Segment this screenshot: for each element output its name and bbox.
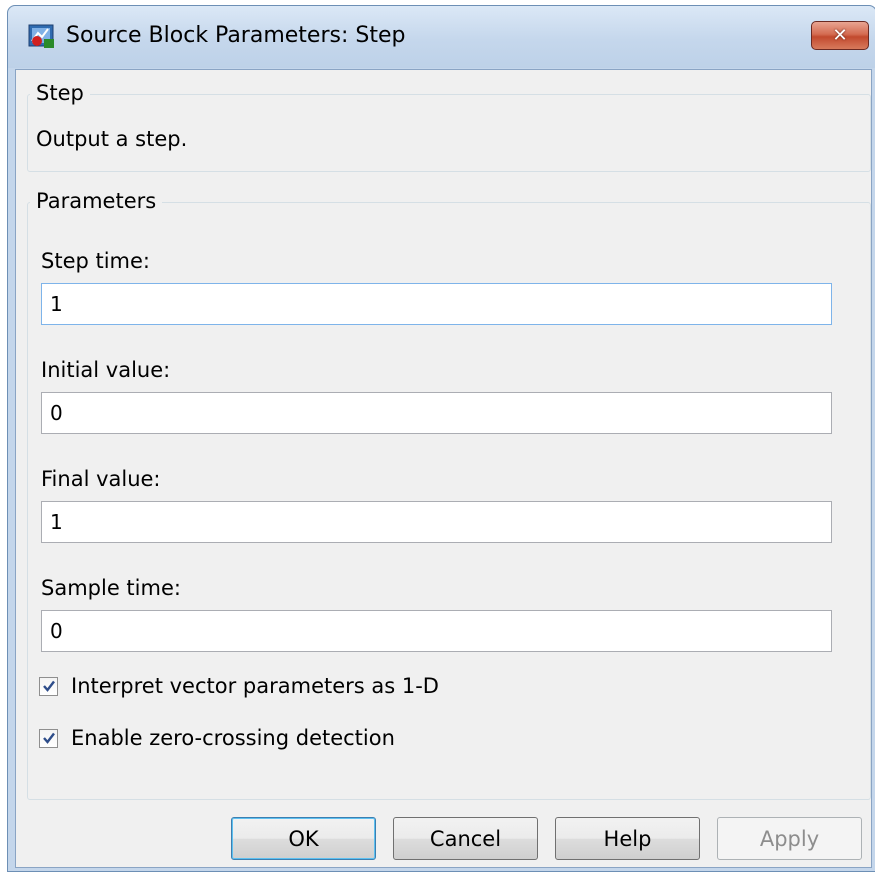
help-button[interactable]: Help: [555, 817, 700, 860]
interpret-vector-label: Interpret vector parameters as 1-D: [71, 674, 439, 698]
window-title: Source Block Parameters: Step: [66, 23, 406, 48]
apply-button[interactable]: Apply: [717, 817, 862, 860]
zero-crossing-option[interactable]: Enable zero-crossing detection: [39, 726, 395, 750]
step-time-input[interactable]: [41, 283, 832, 325]
final-value-input[interactable]: [41, 501, 832, 543]
initial-value-label: Initial value:: [41, 358, 171, 382]
checkmark-icon: [42, 732, 55, 744]
zero-crossing-checkbox[interactable]: [39, 728, 58, 748]
ok-button[interactable]: OK: [231, 817, 376, 860]
sample-time-input[interactable]: [41, 610, 832, 652]
parameters-group-label: Parameters: [30, 188, 163, 214]
sample-time-label: Sample time:: [41, 576, 181, 600]
description-group-label: Step: [30, 80, 90, 106]
close-button[interactable]: ✕: [811, 21, 869, 50]
initial-value-input[interactable]: [41, 392, 832, 434]
step-time-label: Step time:: [41, 249, 151, 273]
dialog-window: Source Block Parameters: Step ✕ Step Out…: [7, 5, 875, 872]
simulink-block-icon: [28, 24, 54, 48]
interpret-vector-option[interactable]: Interpret vector parameters as 1-D: [39, 674, 439, 698]
description-text: Output a step.: [36, 127, 188, 151]
close-icon: ✕: [832, 25, 848, 46]
dialog-client-area: Step Output a step. Parameters Step time…: [15, 69, 872, 868]
final-value-label: Final value:: [41, 467, 161, 491]
checkmark-icon: [42, 680, 55, 692]
cancel-button[interactable]: Cancel: [393, 817, 538, 860]
zero-crossing-label: Enable zero-crossing detection: [71, 726, 395, 750]
interpret-vector-checkbox[interactable]: [39, 676, 58, 696]
title-bar[interactable]: Source Block Parameters: Step ✕: [8, 6, 875, 68]
